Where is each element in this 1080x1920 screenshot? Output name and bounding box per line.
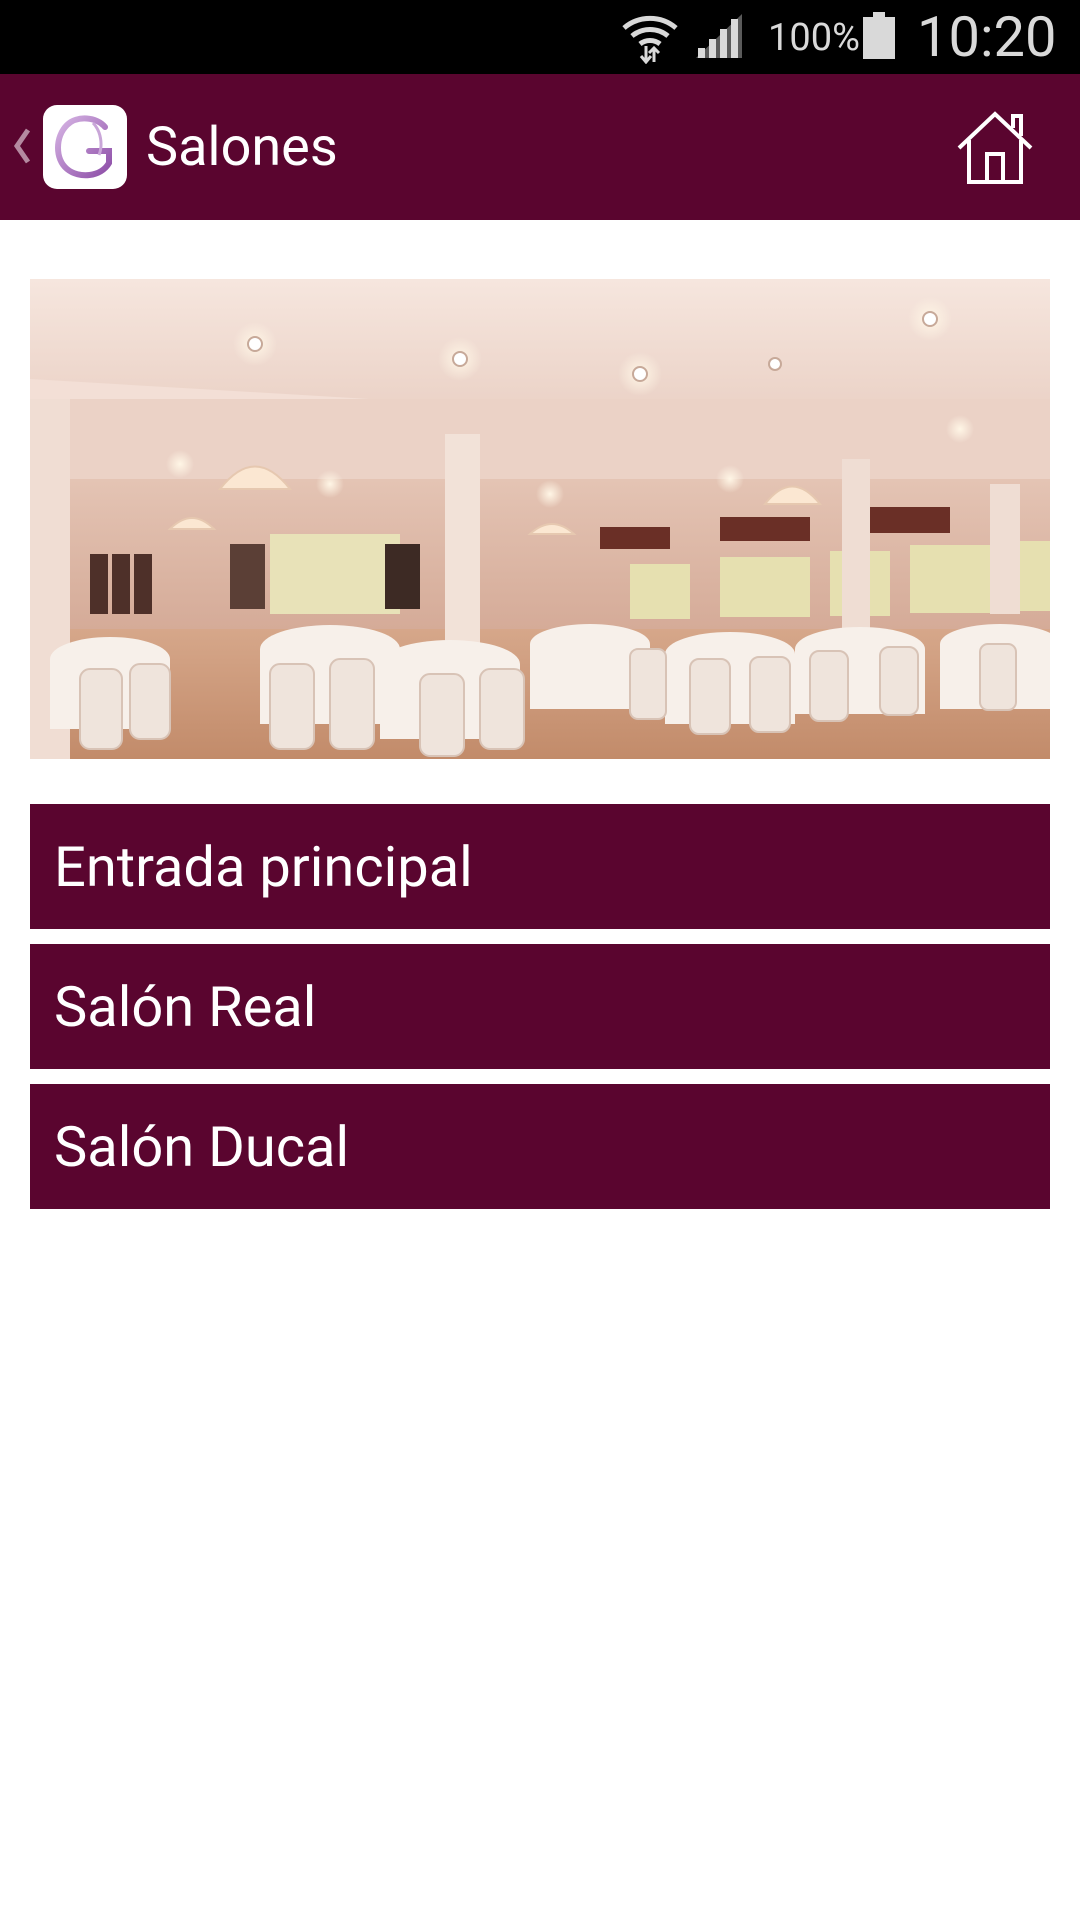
battery-icon [863,12,895,59]
page-title: Salones [146,116,338,179]
salon-item-salon-ducal[interactable]: Salón Ducal [30,1084,1050,1209]
battery-percent: 100% [768,16,860,60]
salon-item-entrada-principal[interactable]: Entrada principal [30,804,1050,929]
status-clock: 10:20 [917,4,1057,70]
salon-banner-image [30,279,1050,759]
app-bar: Salones [0,74,1080,220]
back-chevron-icon[interactable] [12,126,32,166]
salon-list: Entrada principal Salón Real Salón Ducal [30,804,1050,1224]
wifi-icon [622,15,678,64]
salon-item-salon-real[interactable]: Salón Real [30,944,1050,1069]
salon-item-label: Entrada principal [54,833,473,900]
app-logo-icon[interactable] [43,105,127,189]
home-icon[interactable] [955,108,1035,188]
status-bar: 100% 10:20 [0,0,1080,74]
signal-icon [696,14,742,58]
salon-item-label: Salón Ducal [54,1113,350,1180]
salon-item-label: Salón Real [54,973,317,1040]
